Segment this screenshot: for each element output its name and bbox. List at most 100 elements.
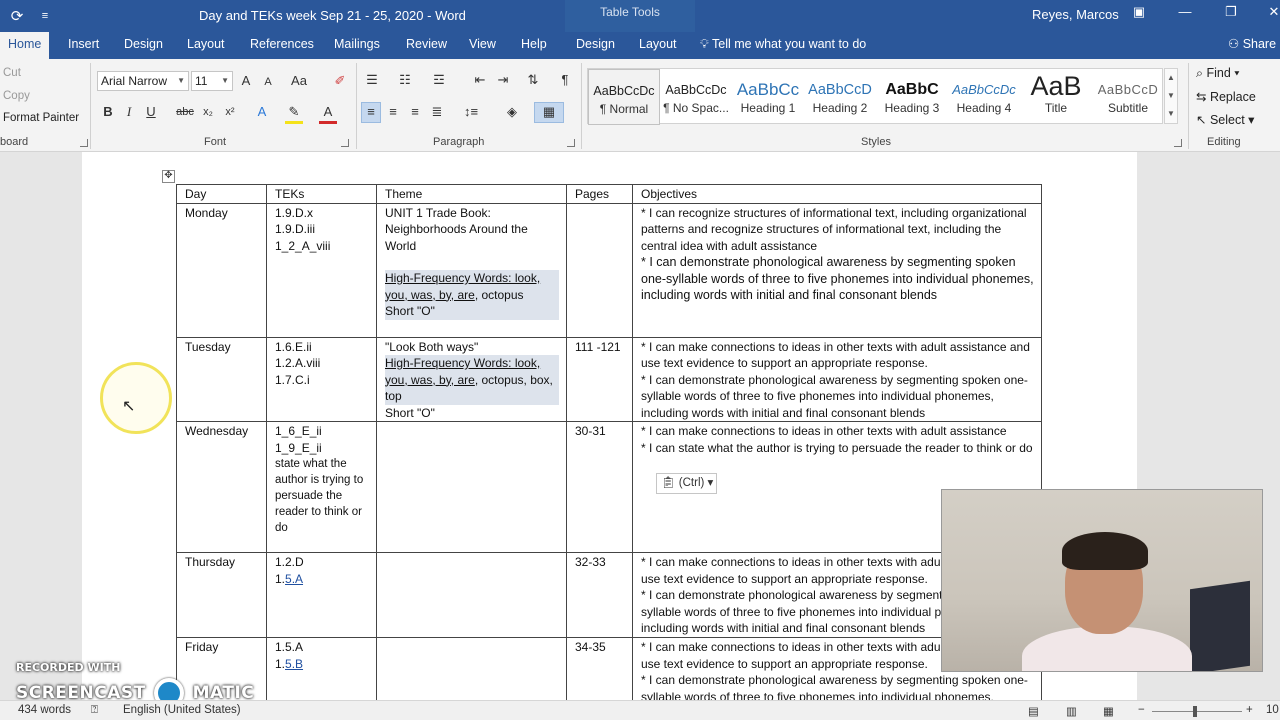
style-normal[interactable]: AaBbCcDc ¶ Normal [588,69,660,125]
customize-qat-icon[interactable]: ≡ [34,10,56,22]
tab-design[interactable]: Design [116,32,171,59]
italic-button[interactable]: I [121,103,137,121]
table-move-handle-icon[interactable]: ✥ [162,170,175,183]
tab-table-layout[interactable]: Layout [631,32,685,59]
ribbon-display-options-icon[interactable]: ▣ [1127,4,1151,20]
zoom-out-icon[interactable]: − [1138,704,1145,716]
theme-cell[interactable]: UNIT 1 Trade Book: Neighborhoods Around … [376,202,567,338]
clipboard-launcher-icon[interactable] [80,139,88,147]
language-indicator[interactable]: English (United States) [123,704,241,716]
chevron-up-icon[interactable]: ▲ [1165,69,1177,87]
save-icon[interactable]: ⟳ [6,7,28,25]
decrease-indent-icon[interactable]: ⇤ [471,71,489,89]
multilevel-list-icon[interactable]: ☲ [430,71,448,89]
bold-button[interactable]: B [100,103,116,121]
read-mode-icon[interactable]: ▤ [1028,704,1039,718]
style-heading-3[interactable]: AaBbC Heading 3 [876,69,948,125]
find-button[interactable]: ⌕ Find ▾ [1196,66,1240,81]
teks-cell[interactable]: 1_6_E_ii 1_9_E_ii state what the author … [266,421,377,553]
align-center-icon[interactable]: ≡ [384,103,402,121]
align-right-icon[interactable]: ≡ [406,103,424,121]
web-layout-icon[interactable]: ▦ [1103,704,1114,718]
objectives-cell[interactable]: * I can make connections to ideas in oth… [632,336,1042,422]
font-launcher-icon[interactable] [341,139,349,147]
header-day[interactable]: Day [176,184,267,204]
font-family-combo[interactable]: Arial Narrow ▼ [97,71,189,91]
text-effects-icon[interactable]: A [253,103,271,121]
sort-icon[interactable]: ⇅ [524,71,542,89]
teks-link[interactable]: 5.B [285,657,303,671]
copy-button[interactable]: Copy [3,90,30,102]
style-heading-4[interactable]: AaBbCcDc Heading 4 [948,69,1020,125]
tab-help[interactable]: Help [513,32,555,59]
pages-cell[interactable]: 111 -121 [566,336,633,422]
cut-button[interactable]: Cut [3,67,21,79]
change-case-button[interactable]: Aa [286,72,312,90]
zoom-slider-thumb[interactable] [1193,706,1197,717]
style-heading-1[interactable]: AaBbCc Heading 1 [732,69,804,125]
share-button[interactable]: ⚇ Share [1228,32,1276,59]
teks-cell[interactable]: 1.2.D 1.5.A [266,552,377,638]
zoom-level[interactable]: 10 [1266,704,1279,716]
header-objectives[interactable]: Objectives [632,184,1042,204]
teks-cell[interactable]: 1.9.D.x 1.9.D.iii 1_2_A_viii [266,202,377,338]
day-cell[interactable]: Wednesday [176,421,267,553]
show-formatting-marks-icon[interactable]: ¶ [556,71,574,89]
increase-indent-icon[interactable]: ⇥ [494,71,512,89]
tab-references[interactable]: References [242,32,322,59]
restore-icon[interactable]: ❐ [1219,4,1243,20]
header-theme[interactable]: Theme [376,184,567,204]
theme-cell[interactable]: "Look Both ways" High-Frequency Words: l… [376,336,567,422]
styles-gallery-scroll[interactable]: ▲ ▼ ▼ [1164,68,1178,124]
font-color-icon[interactable]: A [319,103,337,124]
tab-insert[interactable]: Insert [60,32,107,59]
pages-cell[interactable]: 30-31 [566,421,633,553]
theme-cell[interactable] [376,421,567,553]
paragraph-launcher-icon[interactable] [567,139,575,147]
theme-cell[interactable] [376,552,567,638]
day-cell[interactable]: Tuesday [176,336,267,422]
tab-mailings[interactable]: Mailings [326,32,388,59]
pages-cell[interactable] [566,202,633,338]
user-name[interactable]: Reyes, Marcos [1032,7,1119,22]
word-count[interactable]: 434 words [18,704,71,716]
bullets-icon[interactable]: ☰ [363,71,381,89]
zoom-in-icon[interactable]: + [1246,704,1253,716]
tab-home[interactable]: Home [0,32,50,59]
strikethrough-button[interactable]: abc [175,103,195,121]
grow-font-icon[interactable]: A [237,72,255,90]
paste-options-button[interactable]: 📋︎ (Ctrl) ▾ [656,473,717,494]
clear-formatting-icon[interactable]: ✐ [331,72,349,90]
format-painter-button[interactable]: Format Painter [3,112,79,124]
subscript-button[interactable]: x₂ [199,103,217,121]
style-subtitle[interactable]: AaBbCcD Subtitle [1092,69,1164,125]
day-cell[interactable]: Monday [176,202,267,338]
header-pages[interactable]: Pages [566,184,633,204]
numbering-icon[interactable]: ☷ [396,71,414,89]
more-styles-icon[interactable]: ▼ [1165,105,1177,123]
font-size-combo[interactable]: 11 ▼ [191,71,233,91]
teks-link[interactable]: 5.A [285,572,303,586]
justify-icon[interactable]: ≣ [428,103,446,121]
day-cell[interactable]: Thursday [176,552,267,638]
underline-button[interactable]: U [143,103,159,121]
shading-icon[interactable]: ◈ [502,103,522,121]
highlighter-icon[interactable]: ✎ [285,103,303,124]
style-title[interactable]: AaB Title [1020,69,1092,125]
close-icon[interactable]: ✕ [1262,4,1280,20]
header-teks[interactable]: TEKs [266,184,377,204]
style-no-spacing[interactable]: AaBbCcDc ¶ No Spac... [660,69,732,125]
print-layout-icon[interactable]: ▥ [1066,704,1077,718]
tab-review[interactable]: Review [398,32,455,59]
align-left-icon[interactable]: ≡ [361,102,381,123]
chevron-down-icon[interactable]: ▼ [1165,87,1177,105]
style-heading-2[interactable]: AaBbCcD Heading 2 [804,69,876,125]
pages-cell[interactable]: 32-33 [566,552,633,638]
superscript-button[interactable]: x² [221,103,239,121]
styles-launcher-icon[interactable] [1174,139,1182,147]
tab-layout[interactable]: Layout [179,32,233,59]
tab-table-design[interactable]: Design [568,32,623,59]
borders-icon[interactable]: ▦ [534,102,564,123]
zoom-slider[interactable] [1152,711,1242,712]
minimize-icon[interactable]: — [1173,4,1197,19]
